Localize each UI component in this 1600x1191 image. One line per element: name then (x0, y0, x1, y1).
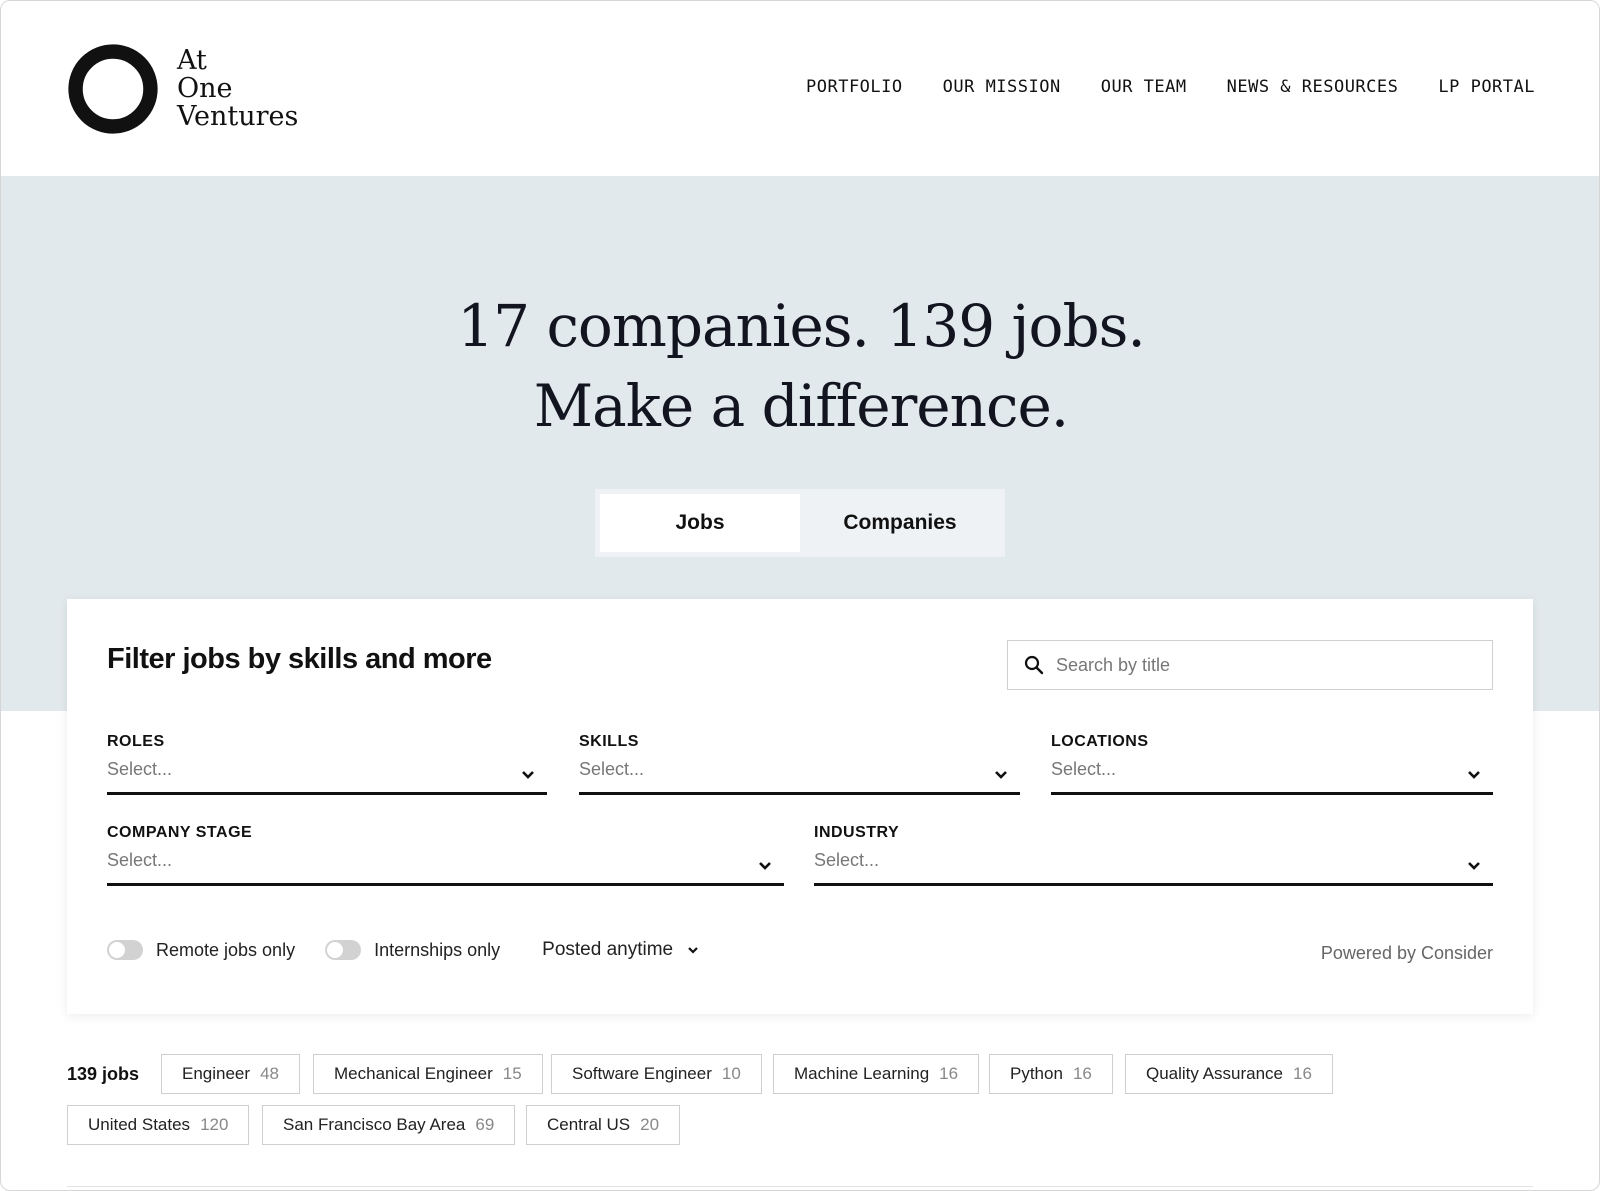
chevron-down-icon (688, 947, 698, 954)
site-header: At One Ventures PORTFOLIO OUR MISSION OU… (1, 1, 1599, 176)
nav-our-team[interactable]: OUR TEAM (1101, 77, 1187, 97)
chip-count: 16 (1072, 1064, 1092, 1083)
chip-label: San Francisco Bay Area (283, 1115, 466, 1134)
nav-news-resources[interactable]: NEWS & RESOURCES (1227, 77, 1399, 97)
chip-count: 120 (200, 1115, 229, 1134)
hero-line-2: Make a difference. (533, 372, 1069, 440)
nav-lp-portal[interactable]: LP PORTAL (1438, 77, 1535, 97)
locations-select[interactable]: LOCATIONS Select... (1051, 733, 1493, 795)
chip-label: Machine Learning (794, 1064, 930, 1083)
chevron-down-icon (522, 771, 534, 779)
industry-label: INDUSTRY (814, 824, 900, 841)
chip-san-francisco-bay-area[interactable]: San Francisco Bay Area 69 (262, 1105, 516, 1145)
chip-engineer[interactable]: Engineer 48 (161, 1054, 300, 1094)
posted-label: Posted anytime (542, 939, 674, 960)
skills-value: Select... (579, 759, 645, 779)
powered-by-link[interactable]: Powered by Consider (1321, 943, 1493, 964)
chip-label: Central US (547, 1115, 631, 1134)
view-tabs: Jobs Companies (595, 489, 1005, 557)
tab-companies[interactable]: Companies (800, 494, 1000, 552)
brand-wordmark: At One Ventures (177, 47, 298, 131)
roles-select[interactable]: ROLES Select... (107, 733, 547, 795)
search-box[interactable] (1007, 640, 1493, 690)
posted-dropdown[interactable]: Posted anytime (542, 939, 699, 961)
logo[interactable]: At One Ventures (65, 41, 298, 137)
chevron-down-icon (1468, 862, 1480, 870)
chip-label: Python (1010, 1064, 1063, 1083)
company-stage-value: Select... (107, 850, 173, 870)
chip-count: 10 (721, 1064, 741, 1083)
roles-value: Select... (107, 759, 173, 779)
chip-software-engineer[interactable]: Software Engineer 10 (551, 1054, 762, 1094)
chip-quality-assurance[interactable]: Quality Assurance 16 (1125, 1054, 1333, 1094)
remote-label: Remote jobs only (156, 939, 296, 960)
skills-select[interactable]: SKILLS Select... (579, 733, 1020, 795)
internships-toggle[interactable] (325, 940, 362, 960)
hero-headline: 17 companies. 139 jobs. Make a differenc… (1, 286, 1599, 446)
company-stage-label: COMPANY STAGE (107, 824, 253, 841)
internships-label: Internships only (374, 939, 501, 960)
brand-line-3: Ventures (177, 101, 299, 132)
search-input[interactable] (1056, 654, 1476, 676)
chevron-down-icon (995, 771, 1007, 779)
chip-python[interactable]: Python 16 (989, 1054, 1113, 1094)
locations-value: Select... (1051, 759, 1117, 779)
chevron-down-icon (759, 862, 771, 870)
chip-label: Software Engineer (572, 1064, 712, 1083)
filter-card: Filter jobs by skills and more ROLES Sel… (67, 599, 1533, 1014)
chip-united-states[interactable]: United States 120 (67, 1105, 250, 1145)
industry-select[interactable]: INDUSTRY Select... (814, 824, 1493, 886)
search-icon (1024, 655, 1044, 675)
chip-central-us[interactable]: Central US 20 (526, 1105, 681, 1145)
tab-jobs[interactable]: Jobs (600, 494, 800, 552)
chip-count: 69 (475, 1115, 495, 1134)
chevron-down-icon (1468, 771, 1480, 779)
ring-logo-icon (68, 44, 158, 134)
locations-label: LOCATIONS (1051, 733, 1149, 750)
chip-mechanical-engineer[interactable]: Mechanical Engineer 15 (313, 1054, 543, 1094)
chip-label: Mechanical Engineer (334, 1064, 493, 1083)
roles-label: ROLES (107, 733, 165, 750)
chip-label: Engineer (182, 1064, 251, 1083)
hero-line-1: 17 companies. 139 jobs. (457, 292, 1146, 360)
chip-label: Quality Assurance (1146, 1064, 1284, 1083)
chip-count: 20 (640, 1115, 660, 1134)
remote-toggle[interactable] (107, 940, 143, 960)
filter-title: Filter jobs by skills and more (107, 643, 492, 675)
chip-machine-learning[interactable]: Machine Learning 16 (773, 1054, 980, 1094)
divider (67, 1186, 1533, 1187)
jobs-count: 139 jobs (67, 1064, 140, 1084)
industry-value: Select... (814, 850, 880, 870)
brand-line-2: One (177, 73, 233, 104)
chip-count: 15 (502, 1064, 522, 1083)
chip-count: 48 (260, 1064, 279, 1083)
main-nav: PORTFOLIO OUR MISSION OUR TEAM NEWS & RE… (806, 77, 1535, 97)
company-stage-select[interactable]: COMPANY STAGE Select... (107, 824, 784, 886)
page-frame: At One Ventures PORTFOLIO OUR MISSION OU… (0, 0, 1600, 1191)
nav-our-mission[interactable]: OUR MISSION (943, 77, 1061, 97)
chip-count: 16 (939, 1064, 959, 1083)
brand-line-1: At (177, 45, 207, 76)
chip-label: United States (88, 1115, 191, 1134)
filter-toggles: Remote jobs only Internships only Posted… (107, 939, 699, 961)
nav-portfolio[interactable]: PORTFOLIO (806, 77, 903, 97)
chip-count: 16 (1293, 1064, 1312, 1083)
skills-label: SKILLS (579, 733, 639, 750)
